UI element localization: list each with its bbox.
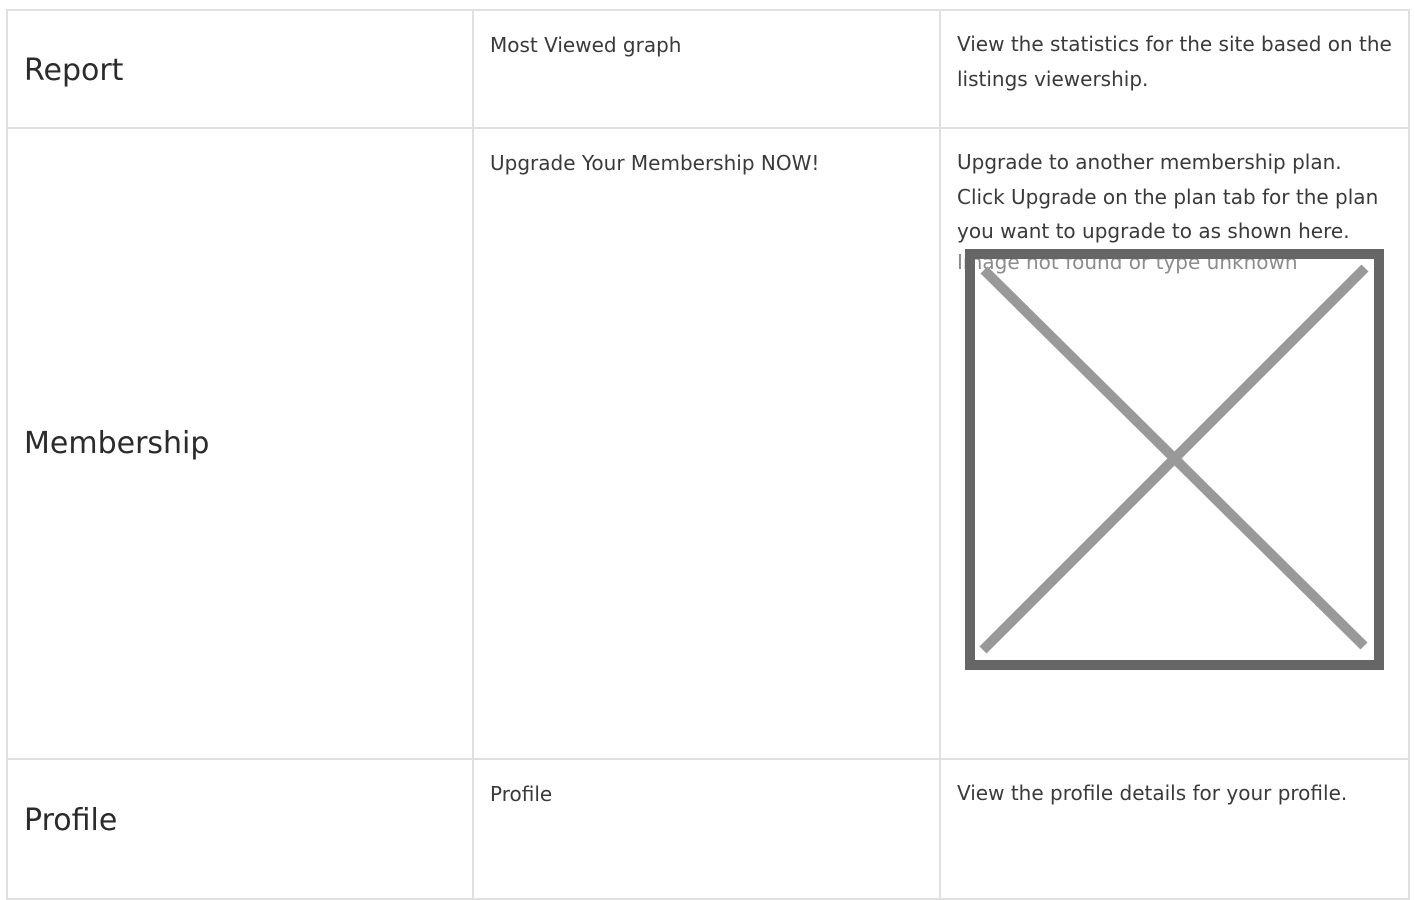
description-text: Upgrade to another membership plan. Clic… <box>957 150 1379 243</box>
section-cell: Membership <box>6 127 474 760</box>
description-text: View the statistics for the site based o… <box>957 32 1392 91</box>
section-cell: Report <box>6 9 474 129</box>
feature-table: Report Most Viewed graph View the statis… <box>6 9 1410 900</box>
section-title-profile: Profile <box>24 803 118 838</box>
section-title-membership: Membership <box>24 425 210 461</box>
description-cell: View the profile details for your profil… <box>939 758 1410 900</box>
table-row-profile: Profile Profile View the profile details… <box>6 758 1410 900</box>
feature-name-upgrade-membership: Upgrade Your Membership NOW! <box>490 151 820 175</box>
section-cell: Profile <box>6 758 474 900</box>
feature-name-profile: Profile <box>490 782 553 806</box>
feature-cell: Profile <box>472 758 941 900</box>
feature-cell: Upgrade Your Membership NOW! <box>472 127 941 760</box>
broken-image-placeholder: Image not found or type unknown <box>957 248 1384 670</box>
description-cell: Upgrade to another membership plan. Clic… <box>939 127 1410 760</box>
feature-name-most-viewed-graph: Most Viewed graph <box>490 33 682 57</box>
table-row-report: Report Most Viewed graph View the statis… <box>6 9 1410 129</box>
description-text: View the profile details for your profil… <box>957 781 1348 805</box>
feature-cell: Most Viewed graph <box>472 9 941 129</box>
table-row-membership: Membership Upgrade Your Membership NOW! … <box>6 127 1410 760</box>
broken-image-icon <box>965 248 1384 670</box>
section-title-report: Report <box>24 53 124 88</box>
description-cell: View the statistics for the site based o… <box>939 9 1410 129</box>
